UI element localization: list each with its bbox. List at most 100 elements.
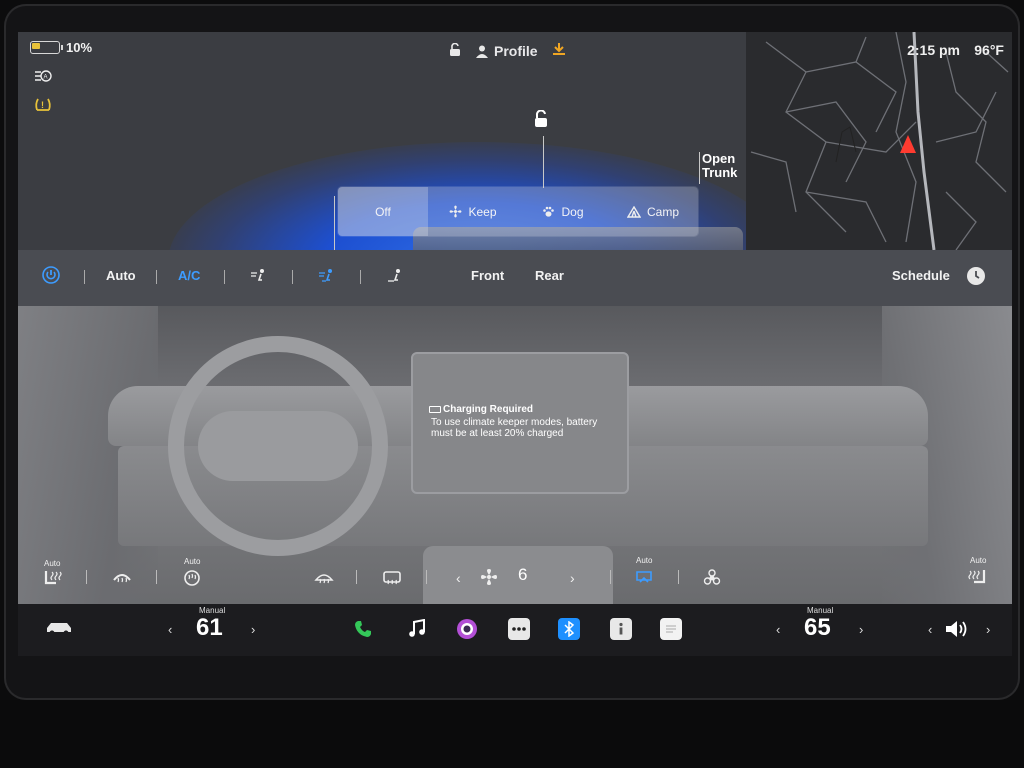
tire-pressure-warning-icon: ! [32, 96, 54, 112]
separator [360, 270, 361, 284]
keeper-off-label: Off [375, 204, 391, 219]
recirc-auto-label: Auto [636, 556, 653, 565]
manual-info-icon[interactable] [610, 618, 632, 640]
auto-headlights-icon: A [32, 68, 54, 84]
climate-power-icon[interactable] [42, 266, 60, 287]
auto-climate-button[interactable]: Auto [106, 268, 136, 283]
software-update-download-icon[interactable] [552, 42, 566, 60]
separator [292, 270, 293, 284]
front-climate-tab[interactable]: Front [471, 268, 504, 283]
volume-down-chevron-icon[interactable]: ‹ [928, 622, 932, 637]
bottom-dock: ‹ Manual 61 › ‹ Manual 65 › ‹ › [18, 604, 1012, 656]
driver-temp-up-icon[interactable]: › [251, 622, 255, 637]
recirculation-icon[interactable] [634, 568, 654, 589]
airflow-face-icon[interactable] [250, 268, 268, 287]
battery-fill [32, 43, 40, 49]
person-icon [476, 45, 488, 58]
separator [84, 270, 85, 284]
charge-body: To use climate keeper modes, battery mus… [431, 417, 598, 439]
separator [426, 570, 427, 584]
trunk-label-line2: Trunk [702, 165, 738, 180]
ac-button[interactable]: A/C [178, 268, 200, 283]
vehicle-view: 10% A ! Profile 2:15 pm 96°F Open Trunk … [18, 32, 1012, 250]
music-icon[interactable] [406, 618, 428, 640]
svg-text:!: ! [41, 100, 44, 110]
right-seat-heater-icon[interactable] [968, 568, 988, 589]
navigation-map[interactable] [746, 32, 1012, 250]
keeper-dog-label: Dog [561, 204, 584, 219]
fan-speed-icon [480, 568, 498, 589]
battery-status[interactable]: 10% [30, 40, 92, 55]
keeper-dog-button[interactable]: Dog [518, 187, 608, 236]
volume-speaker-icon[interactable] [944, 619, 970, 644]
keeper-camp-label: Camp [646, 204, 679, 219]
passenger-temp-down-icon[interactable]: ‹ [776, 622, 780, 637]
lock-callout-line [543, 136, 544, 188]
right-seat-auto-label: Auto [970, 556, 987, 565]
separator [610, 570, 611, 584]
clock: 2:15 pm [907, 42, 960, 58]
keeper-keep-label: Keep [468, 204, 497, 219]
airflow-face-feet-icon[interactable] [318, 268, 336, 287]
left-heat-auto-label: Auto [184, 557, 201, 566]
touchscreen: 10% A ! Profile 2:15 pm 96°F Open Trunk … [18, 32, 1012, 656]
keeper-off-button[interactable]: Off [338, 187, 428, 236]
left-seat-heater-icon[interactable] [42, 569, 62, 590]
rear-defrost-icon[interactable] [382, 570, 402, 589]
passenger-temp-up-icon[interactable]: › [859, 622, 863, 637]
battery-low-icon [429, 405, 441, 413]
notes-calendar-icon[interactable] [660, 618, 682, 640]
bluetooth-icon[interactable] [558, 618, 580, 640]
more-apps-icon[interactable] [508, 618, 530, 640]
top-status-center: Profile [448, 42, 566, 60]
bioweapon-defense-icon[interactable] [702, 568, 722, 591]
map-roads [750, 32, 1009, 250]
separator [86, 570, 87, 584]
schedule-clock-icon[interactable] [966, 266, 986, 289]
schedule-button[interactable]: Schedule [892, 268, 950, 283]
driver-temp-down-icon[interactable]: ‹ [168, 622, 172, 637]
trunk-callout-line [699, 152, 700, 184]
rear-seat-heater-icon[interactable] [182, 568, 202, 589]
climate-control-bar: Auto A/C Front Rear Schedule [18, 250, 1012, 306]
keeper-callout-line [334, 196, 335, 250]
separator [356, 570, 357, 584]
left-seat-auto-label: Auto [44, 559, 61, 568]
battery-icon [30, 41, 63, 54]
fan-icon [449, 205, 462, 218]
volume-up-chevron-icon[interactable]: › [986, 622, 990, 637]
keeper-keep-button[interactable]: Keep [428, 187, 518, 236]
unlock-icon[interactable] [448, 42, 462, 60]
separator [224, 270, 225, 284]
lower-dash-trim [0, 700, 1024, 768]
tent-icon [626, 205, 641, 218]
trunk-label-line1: Open [702, 151, 736, 166]
rear-climate-tab[interactable]: Rear [535, 268, 564, 283]
steering-heat-icon[interactable] [112, 570, 132, 589]
current-location-arrow-icon [900, 135, 916, 153]
door-unlock-icon[interactable] [532, 109, 550, 132]
airflow-feet-icon[interactable] [386, 268, 404, 287]
battery-percent: 10% [66, 40, 93, 55]
profile-button[interactable]: Profile [476, 43, 538, 59]
passenger-temperature[interactable]: 65 [804, 614, 831, 642]
charge-title: Charging Required [443, 404, 534, 415]
separator [156, 570, 157, 584]
fan-increase-chevron-icon[interactable]: › [570, 570, 575, 586]
outside-temperature: 96°F [974, 42, 1004, 58]
car-controls-icon[interactable] [44, 618, 74, 643]
paw-icon [543, 206, 555, 217]
front-defrost-icon[interactable] [314, 570, 334, 589]
fan-speed-value: 6 [518, 565, 528, 584]
climate-keeper-selector: Off Keep Dog Camp [338, 187, 698, 236]
fan-decrease-chevron-icon[interactable]: ‹ [456, 570, 461, 586]
keeper-camp-button[interactable]: Camp [608, 187, 698, 236]
separator [156, 270, 157, 284]
open-trunk-button[interactable]: Open Trunk [702, 152, 737, 180]
driver-temperature[interactable]: 61 [196, 614, 223, 642]
separator [678, 570, 679, 584]
svg-text:A: A [44, 75, 48, 81]
camera-app-icon[interactable] [456, 618, 478, 640]
steering-wheel-hub [198, 411, 358, 481]
phone-icon[interactable] [352, 618, 374, 640]
